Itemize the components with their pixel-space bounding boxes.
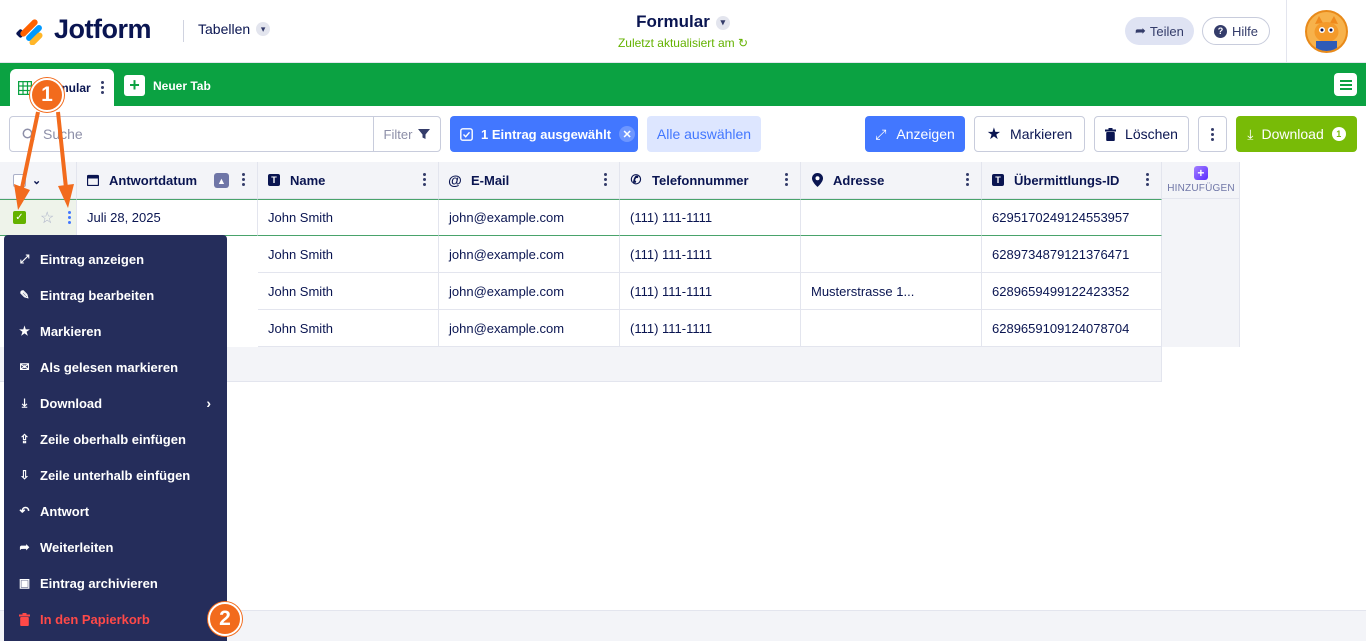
annotation-arrowhead-left <box>14 184 30 210</box>
callout-badge-2: 2 <box>208 602 242 636</box>
annotation-arrow-right <box>56 111 68 189</box>
annotation-arrowhead-right <box>58 184 74 208</box>
annotation-arrow-left <box>20 111 40 189</box>
annotation-arrows <box>14 111 74 210</box>
callout-badge-1: 1 <box>30 78 64 112</box>
